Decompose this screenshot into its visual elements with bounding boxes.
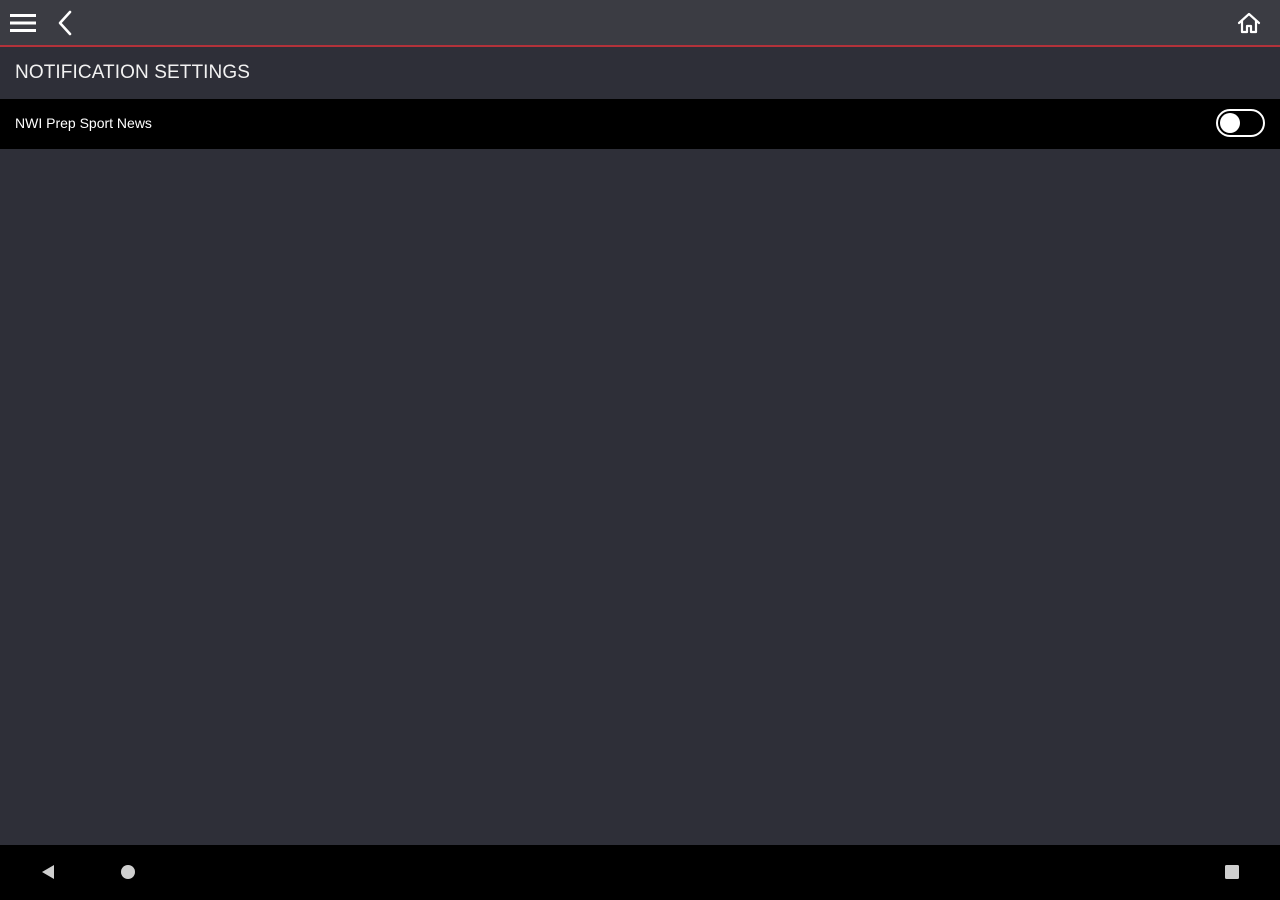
setting-label: NWI Prep Sport News: [15, 115, 152, 131]
system-home-button[interactable]: [116, 859, 140, 885]
circle-home-icon: [121, 865, 135, 879]
home-icon: [1237, 12, 1261, 34]
system-back-button[interactable]: [36, 859, 60, 885]
square-recents-icon: [1225, 865, 1239, 879]
notification-toggle[interactable]: [1216, 109, 1265, 137]
setting-row-nwi-prep-sport-news[interactable]: NWI Prep Sport News: [0, 99, 1280, 149]
chevron-left-icon: [58, 10, 72, 36]
back-button[interactable]: [50, 8, 80, 38]
triangle-back-icon: [42, 865, 54, 879]
system-navigation-bar: [0, 845, 1280, 900]
section-header: NOTIFICATION SETTINGS: [0, 47, 1280, 99]
menu-button[interactable]: [6, 8, 40, 38]
toggle-knob: [1220, 113, 1240, 133]
app-toolbar: [0, 0, 1280, 47]
system-recents-button[interactable]: [1220, 859, 1244, 885]
hamburger-menu-icon: [10, 14, 36, 32]
page-title: NOTIFICATION SETTINGS: [15, 62, 251, 83]
home-button[interactable]: [1232, 8, 1266, 38]
